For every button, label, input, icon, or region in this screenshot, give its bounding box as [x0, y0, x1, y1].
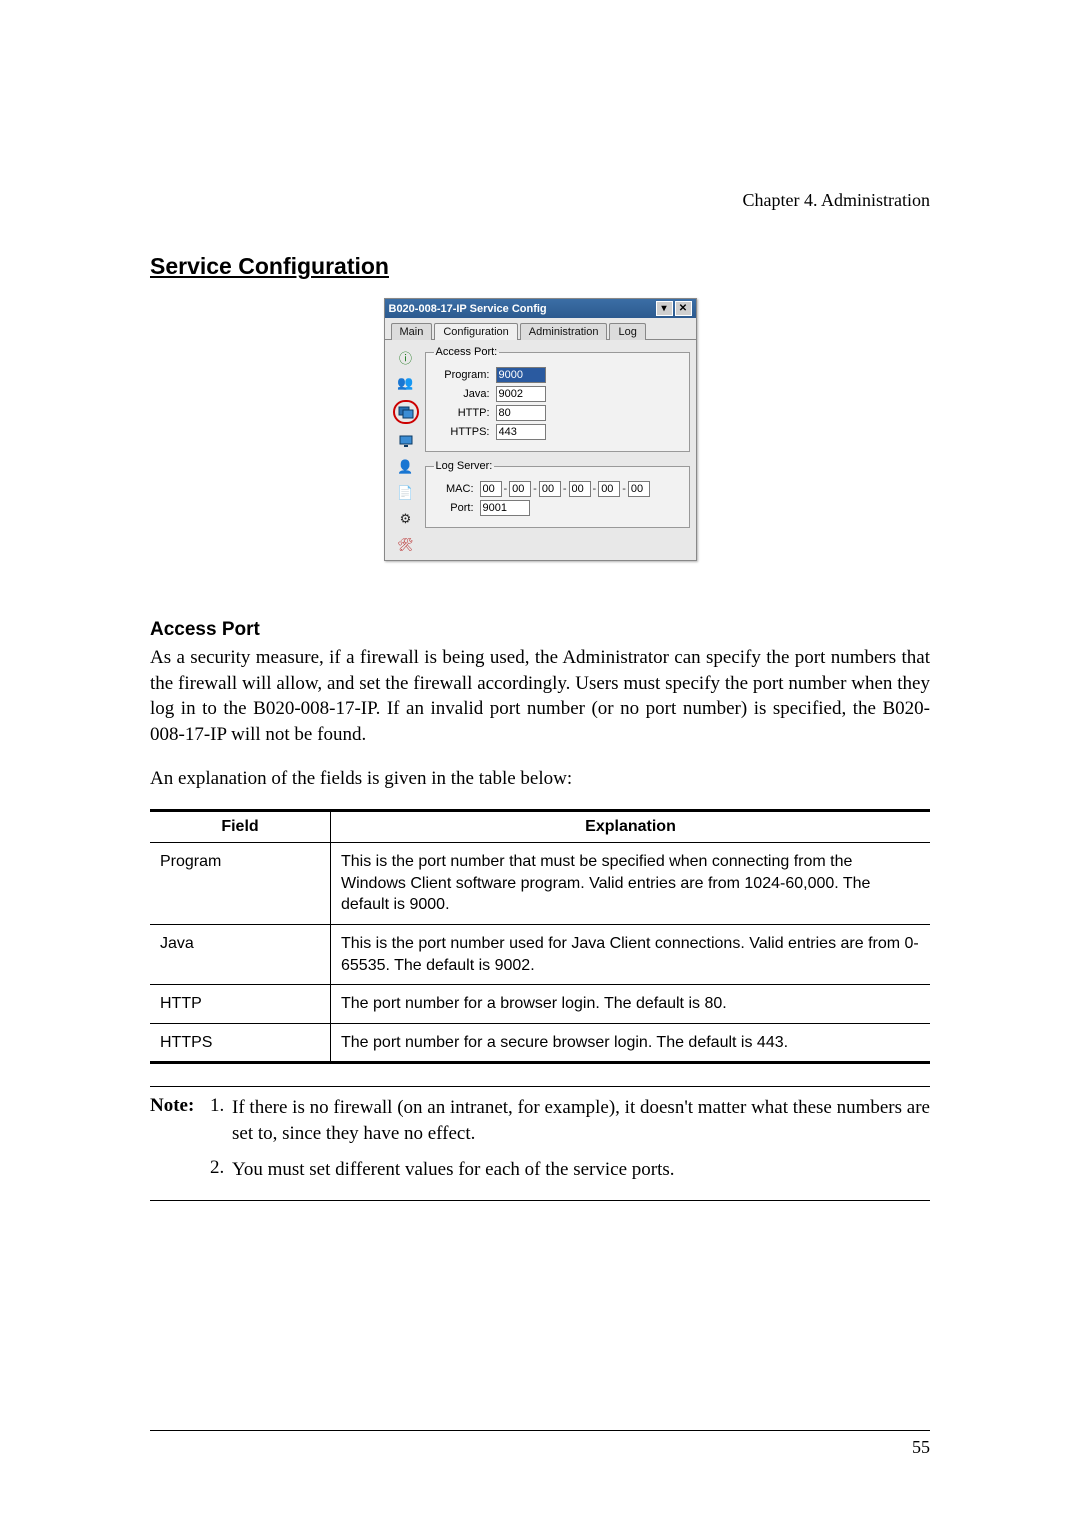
dialog-title: B020-008-17-IP Service Config [389, 303, 654, 315]
network-icon[interactable] [393, 400, 419, 424]
gear-icon[interactable]: ⚙ [396, 510, 416, 528]
access-port-legend: Access Port: [434, 346, 500, 358]
http-input[interactable] [496, 405, 546, 421]
note-number: 1. [210, 1095, 232, 1146]
tools-icon[interactable]: 🛠 [396, 536, 416, 554]
table-row: Program This is the port number that mus… [150, 843, 930, 925]
table-row: HTTP The port number for a browser login… [150, 985, 930, 1024]
field-cell: Program [150, 843, 331, 925]
port-input[interactable] [480, 500, 530, 516]
dialog-tabs: Main Configuration Administration Log [385, 318, 696, 339]
mac-input-3[interactable] [569, 481, 591, 497]
service-config-dialog: B020-008-17-IP Service Config ▾ ✕ Main C… [384, 298, 697, 561]
port-label: Port: [434, 502, 480, 514]
java-label: Java: [434, 388, 496, 400]
tab-log[interactable]: Log [609, 323, 645, 340]
note-text: If there is no firewall (on an intranet,… [232, 1095, 930, 1146]
access-port-group: Access Port: Program: Java: HTTP: [425, 346, 690, 452]
note-text: You must set different values for each o… [232, 1157, 930, 1183]
https-input[interactable] [496, 424, 546, 440]
explanation-cell: The port number for a secure browser log… [331, 1023, 931, 1063]
field-cell: HTTP [150, 985, 331, 1024]
document-icon[interactable]: 📄 [396, 484, 416, 502]
explanation-cell: This is the port number used for Java Cl… [331, 924, 931, 984]
tab-main[interactable]: Main [391, 323, 433, 340]
https-label: HTTPS: [434, 426, 496, 438]
field-cell: Java [150, 924, 331, 984]
mac-label: MAC: [434, 483, 480, 495]
table-head-explanation: Explanation [331, 811, 931, 843]
user-red-icon[interactable]: 👤 [396, 458, 416, 476]
chapter-header: Chapter 4. Administration [150, 190, 930, 211]
program-label: Program: [434, 369, 496, 381]
mac-input-4[interactable] [598, 481, 620, 497]
users-icon[interactable]: 👥 [396, 374, 416, 392]
explanation-cell: The port number for a browser login. The… [331, 985, 931, 1024]
field-cell: HTTPS [150, 1023, 331, 1063]
http-label: HTTP: [434, 407, 496, 419]
section-title: Service Configuration [150, 253, 930, 280]
mac-input-0[interactable] [480, 481, 502, 497]
explanation-cell: This is the port number that must be spe… [331, 843, 931, 925]
access-port-heading: Access Port [150, 619, 930, 641]
table-head-field: Field [150, 811, 331, 843]
note-number: 2. [210, 1157, 232, 1183]
mac-input-2[interactable] [539, 481, 561, 497]
table-row: HTTPS The port number for a secure brows… [150, 1023, 930, 1063]
log-server-legend: Log Server: [434, 460, 495, 472]
tab-administration[interactable]: Administration [520, 323, 608, 340]
table-row: Java This is the port number used for Ja… [150, 924, 930, 984]
minimize-icon[interactable]: ▾ [656, 301, 673, 316]
table-intro: An explanation of the fields is given in… [150, 766, 930, 792]
notes-block: Note: 1. If there is no firewall (on an … [150, 1086, 930, 1201]
info-icon[interactable]: ⓘ [396, 348, 416, 366]
monitor-icon[interactable] [396, 432, 416, 450]
access-port-paragraph: As a security measure, if a firewall is … [150, 645, 930, 748]
program-input[interactable] [496, 367, 546, 383]
note-label: Note: [150, 1095, 210, 1146]
dialog-titlebar: B020-008-17-IP Service Config ▾ ✕ [385, 299, 696, 318]
mac-input-1[interactable] [509, 481, 531, 497]
tab-configuration[interactable]: Configuration [434, 323, 517, 340]
page-number: 55 [150, 1430, 930, 1458]
fields-table: Field Explanation Program This is the po… [150, 809, 930, 1064]
dialog-sidebar: ⓘ 👥 👤 📄 ⚙ 🛠 [391, 346, 421, 554]
log-server-group: Log Server: MAC: - - - - - Port: [425, 460, 690, 528]
mac-input-5[interactable] [628, 481, 650, 497]
close-icon[interactable]: ✕ [675, 301, 692, 316]
java-input[interactable] [496, 386, 546, 402]
